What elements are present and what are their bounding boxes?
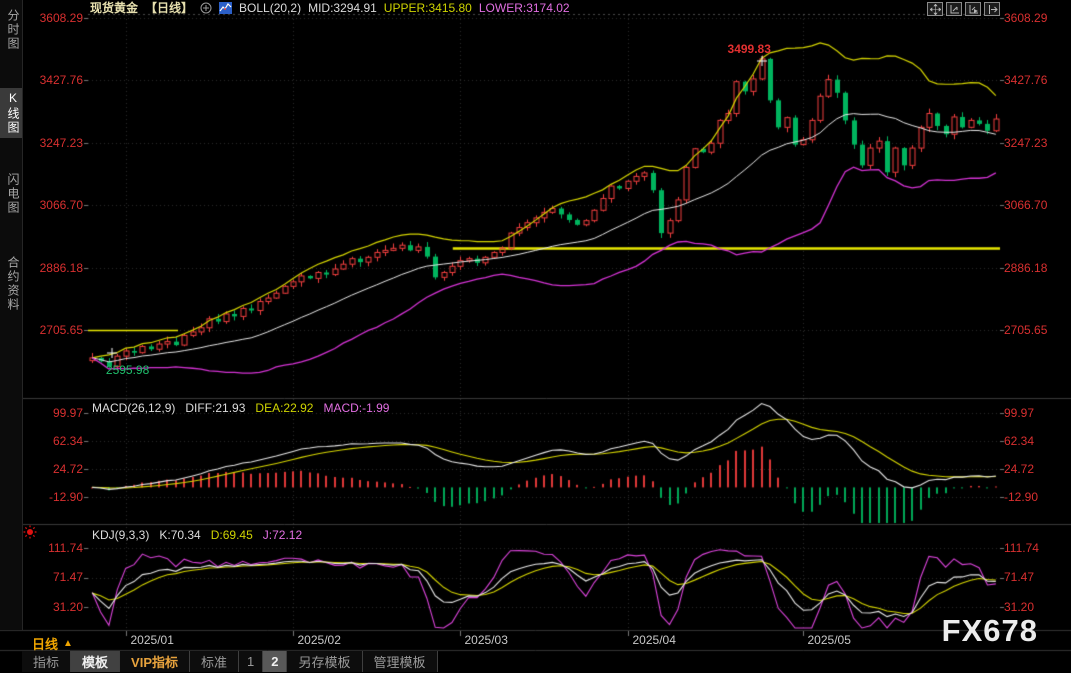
kdj-k-value: K:70.34 <box>159 528 200 542</box>
chart-canvas[interactable] <box>0 0 1071 673</box>
macd-axis-label: 24.72 <box>1004 462 1034 476</box>
price-axis-label: 3608.29 <box>1004 11 1047 25</box>
price-axis-label: 3247.23 <box>24 136 83 150</box>
period-tag: 【日线】 <box>145 0 193 16</box>
sidebar-item-contract-info[interactable]: 合约资料 <box>0 253 22 315</box>
kdj-axis-label: 71.47 <box>1004 570 1034 584</box>
price-axis-label: 2886.18 <box>1004 261 1047 275</box>
macd-axis-label: 62.34 <box>1004 434 1034 448</box>
tab-standard[interactable]: 标准 <box>190 651 239 672</box>
boll-lower-value: LOWER:3174.02 <box>479 1 570 15</box>
sidebar-item-kline-chart[interactable]: K线图 <box>0 88 22 138</box>
symbol-name: 现货黄金 <box>90 0 138 16</box>
chevron-up-icon: ▲ <box>63 638 73 649</box>
macd-axis-label: 62.34 <box>24 434 83 448</box>
high-price-marker: 3499.83 <box>728 42 771 56</box>
mini-chart-icon[interactable] <box>219 2 232 14</box>
date-axis-label: 2025/01 <box>131 633 174 647</box>
price-axis-label: 3066.70 <box>24 198 83 212</box>
price-axis-label: 3608.29 <box>24 11 83 25</box>
macd-axis-label: -12.90 <box>24 490 83 504</box>
price-axis-label: 2705.65 <box>24 323 83 337</box>
kdj-axis-label: 71.47 <box>24 570 83 584</box>
tab-save-template[interactable]: 另存模板 <box>287 651 362 672</box>
macd-diff-value: DIFF:21.93 <box>185 401 245 415</box>
macd-dea-value: DEA:22.92 <box>255 401 313 415</box>
price-axis-label: 3427.76 <box>1004 73 1047 87</box>
price-axis-label: 3066.70 <box>1004 198 1047 212</box>
sidebar: 分时图 K线图 闪电图 合约资料 <box>0 0 23 630</box>
kdj-j-value: J:72.12 <box>263 528 302 542</box>
macd-axis-label: 24.72 <box>24 462 83 476</box>
kdj-d-value: D:69.45 <box>211 528 253 542</box>
tab-template[interactable]: 模板 <box>71 651 120 672</box>
move-crosshair-icon[interactable] <box>927 2 943 16</box>
chart-tools <box>927 2 1000 16</box>
kdj-axis-label: 31.20 <box>24 600 83 614</box>
kdj-axis-label: 111.74 <box>1004 541 1039 555</box>
price-axis-label: 3427.76 <box>24 73 83 87</box>
bottom-toolbar: 指标 模板 VIP指标 标准 1 2 另存模板 管理模板 <box>22 651 438 672</box>
boll-mid-value: MID:3294.91 <box>308 1 377 15</box>
price-axis-label: 3247.23 <box>1004 136 1047 150</box>
kdj-axis-label: 31.20 <box>1004 600 1034 614</box>
date-axis-label: 2025/04 <box>633 633 676 647</box>
kdj-header: KDJ(9,3,3) K:70.34 D:69.45 J:72.12 <box>92 528 302 542</box>
price-axis-label: 2886.18 <box>24 261 83 275</box>
kdj-params: KDJ(9,3,3) <box>92 528 149 542</box>
indicator-settings-icon[interactable] <box>23 525 37 539</box>
low-price-marker: 2595.98 <box>106 363 149 377</box>
date-axis-label: 2025/05 <box>808 633 851 647</box>
macd-axis-label: 99.97 <box>24 406 83 420</box>
tab-indicators[interactable]: 指标 <box>22 651 71 672</box>
tab-template-2[interactable]: 2 <box>263 651 287 672</box>
price-axis-label: 2705.65 <box>1004 323 1047 337</box>
pane-play-icon[interactable] <box>965 2 981 16</box>
exit-pane-icon[interactable] <box>984 2 1000 16</box>
macd-header: MACD(26,12,9) DIFF:21.93 DEA:22.92 MACD:… <box>92 401 389 415</box>
circle-plus-icon[interactable] <box>200 2 212 14</box>
date-axis-label: 2025/02 <box>298 633 341 647</box>
pane-axis-icon[interactable] <box>946 2 962 16</box>
boll-label: BOLL(20,2) <box>239 1 301 15</box>
tab-vip-indicators[interactable]: VIP指标 <box>120 651 190 672</box>
macd-axis-label: -12.90 <box>1004 490 1038 504</box>
sidebar-item-time-chart[interactable]: 分时图 <box>0 6 22 54</box>
boll-upper-value: UPPER:3415.80 <box>384 1 472 15</box>
macd-params: MACD(26,12,9) <box>92 401 175 415</box>
chart-header: 现货黄金 【日线】 BOLL(20,2) MID:3294.91 UPPER:3… <box>90 1 570 14</box>
tab-manage-template[interactable]: 管理模板 <box>363 651 438 672</box>
kdj-axis-label: 111.74 <box>24 541 83 555</box>
sidebar-item-lightning-chart[interactable]: 闪电图 <box>0 170 22 218</box>
macd-value: MACD:-1.99 <box>323 401 389 415</box>
fx678-watermark: FX678 <box>942 613 1038 649</box>
macd-axis-label: 99.97 <box>1004 406 1034 420</box>
tab-template-1[interactable]: 1 <box>239 651 263 672</box>
chart-window: 分时图 K线图 闪电图 合约资料 现货黄金 【日线】 BOLL(20,2) MI… <box>0 0 1071 673</box>
date-axis-label: 2025/03 <box>465 633 508 647</box>
